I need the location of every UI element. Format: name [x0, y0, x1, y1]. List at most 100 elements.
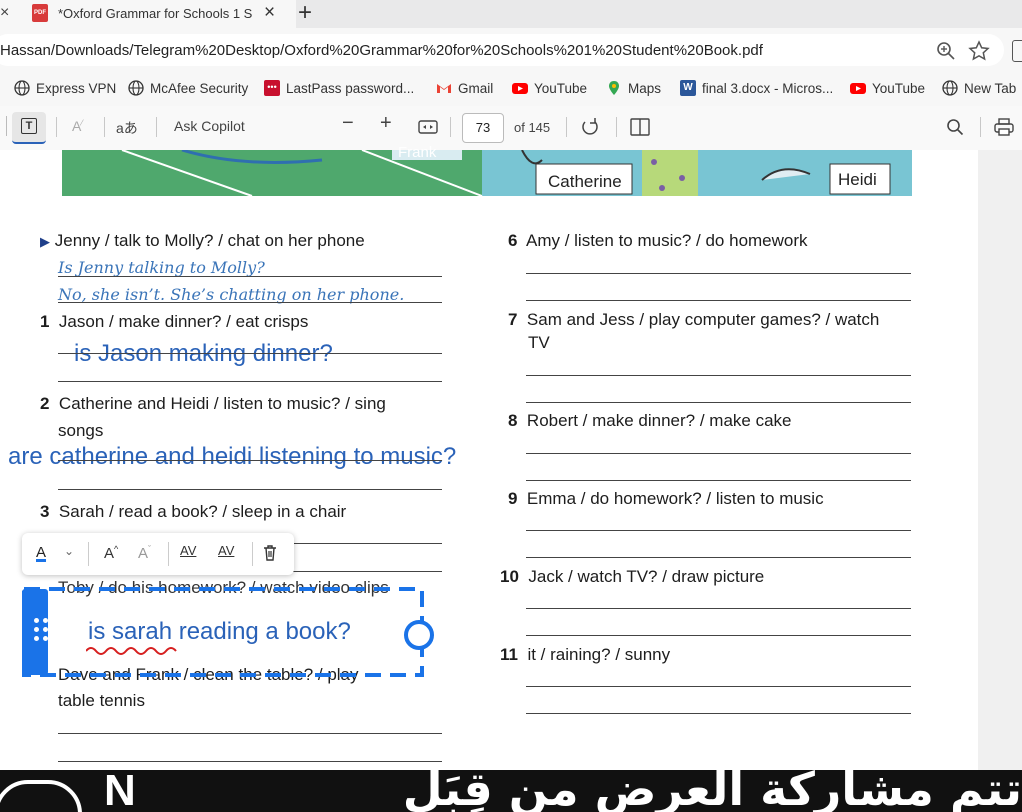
- bookmark-label: Express VPN: [36, 80, 117, 96]
- font-color-button[interactable]: A: [36, 544, 46, 561]
- zoom-icon[interactable]: [936, 41, 956, 61]
- toolbar-divider: [616, 117, 617, 137]
- maps-icon: [609, 81, 619, 95]
- question-item-7: 7 Sam and Jess / play computer games? / …: [508, 310, 879, 330]
- answer-line: [526, 375, 911, 376]
- increase-spacing-button[interactable]: AV: [180, 543, 196, 558]
- search-icon[interactable]: [946, 118, 964, 136]
- typed-answer-2[interactable]: are catherine and heidi listening to mus…: [8, 443, 456, 471]
- question-item-8: 8 Robert / make dinner? / make cake: [508, 411, 792, 431]
- word-icon: W: [680, 80, 696, 96]
- tab-close-icon[interactable]: ×: [264, 2, 275, 24]
- answer-line: [526, 713, 911, 714]
- extensions-icon[interactable]: [1012, 40, 1022, 62]
- answer-line: [526, 635, 911, 636]
- favorite-star-icon[interactable]: [968, 40, 990, 62]
- toolbar-divider: [450, 117, 451, 137]
- read-aloud-button[interactable]: aあ: [116, 118, 138, 138]
- text-tool-button[interactable]: T: [12, 112, 46, 144]
- resize-handle-icon[interactable]: [404, 620, 434, 650]
- bookmark-gmail[interactable]: Gmail: [436, 78, 493, 98]
- answer-line: [58, 733, 442, 734]
- pdf-toolbar: [0, 106, 1022, 151]
- tab-title: *Oxford Grammar for Schools 1 S: [58, 6, 253, 21]
- rotate-icon[interactable]: [580, 117, 600, 137]
- url-text[interactable]: Hassan/Downloads/Telegram%20Desktop/Oxfo…: [0, 42, 763, 59]
- banner-letter: N: [104, 770, 136, 812]
- bookmark-express-vpn[interactable]: Express VPN: [14, 78, 116, 98]
- bookmark-lastpass[interactable]: ••• LastPass password...: [264, 78, 414, 98]
- question-prompt: Emma / do homework? / listen to music: [526, 489, 824, 508]
- drag-handle-icon[interactable]: [34, 618, 48, 648]
- decrease-spacing-button[interactable]: AV: [218, 543, 234, 558]
- bookmark-maps[interactable]: Maps: [606, 78, 661, 98]
- toolbar-divider: [252, 542, 253, 566]
- bookmark-word-doc[interactable]: W final 3.docx - Micros...: [680, 78, 833, 98]
- question-prompt: Robert / make dinner? / make cake: [526, 411, 792, 430]
- print-icon[interactable]: [994, 118, 1014, 136]
- delete-icon[interactable]: [262, 544, 278, 562]
- answer-line: [58, 276, 442, 277]
- chevron-down-icon[interactable]: ⌄: [64, 544, 74, 558]
- page-number-value: 73: [475, 120, 491, 135]
- globe-icon: [14, 80, 30, 96]
- answer-line: [526, 300, 911, 301]
- page-view-icon[interactable]: [630, 118, 650, 136]
- question-number: 6: [508, 231, 518, 250]
- page-number-input[interactable]: 73: [462, 113, 504, 143]
- question-number: 9: [508, 489, 518, 508]
- question-prompt: Jack / watch TV? / draw picture: [528, 567, 765, 586]
- screen-share-text: تتم مشاركة العرض من قِبَل: [402, 770, 1022, 812]
- bookmark-mcafee[interactable]: McAfee Security: [128, 78, 248, 98]
- question-prompt: Jason / make dinner? / eat crisps: [58, 312, 309, 331]
- pdf-file-icon: PDF: [32, 4, 48, 22]
- typed-answer-3[interactable]: is sarah reading a book?: [88, 618, 351, 646]
- question-item-6: 6 Amy / listen to music? / do homework: [508, 231, 808, 251]
- question-item-11: 11 it / raining? / sunny: [500, 645, 670, 665]
- bookmark-youtube[interactable]: YouTube: [512, 78, 587, 98]
- decrease-font-size-button[interactable]: Aˇ: [138, 544, 151, 562]
- bookmark-new-tab[interactable]: New Tab: [942, 78, 1016, 98]
- gmail-icon: [437, 84, 451, 93]
- bookmark-youtube-2[interactable]: YouTube: [850, 78, 925, 98]
- bookmark-label: YouTube: [534, 80, 588, 96]
- question-item-2: 2 Catherine and Heidi / listen to music?…: [40, 394, 386, 414]
- tab-close-left-icon[interactable]: ×: [0, 4, 9, 22]
- toolbar-divider: [56, 117, 57, 137]
- zoom-in-button[interactable]: +: [380, 112, 392, 135]
- answer-line: [58, 761, 442, 762]
- illustration-label-catherine: Catherine: [548, 172, 622, 191]
- question-prompt: it / raining? / sunny: [527, 645, 671, 664]
- draw-tool-icon[interactable]: A⁄: [72, 118, 83, 134]
- toolbar-divider: [156, 117, 157, 137]
- share-indicator-icon: [0, 780, 82, 812]
- text-box-icon: T: [21, 118, 37, 134]
- answer-line: [58, 489, 442, 490]
- question-item-3: 3 Sarah / read a book? / sleep in a chai…: [40, 502, 346, 522]
- question-number: 2: [40, 394, 50, 413]
- answer-line: [58, 353, 442, 354]
- text-edit-toolbar: [22, 533, 294, 575]
- toolbar-divider: [88, 542, 89, 566]
- answer-line: [526, 480, 911, 481]
- typed-answer-1[interactable]: is Jason making dinner?: [74, 340, 333, 368]
- bookmark-label: New Tab: [964, 80, 1017, 96]
- example-answer-question: Is Jenny talking to Molly?: [58, 258, 265, 277]
- ask-copilot-button[interactable]: Ask Copilot: [174, 118, 245, 134]
- answer-line: [58, 302, 442, 303]
- toolbar-divider: [168, 542, 169, 566]
- fit-page-icon[interactable]: [418, 119, 438, 135]
- question-number: 3: [40, 502, 50, 521]
- question-item-1: 1 Jason / make dinner? / eat crisps: [40, 312, 308, 332]
- new-tab-button[interactable]: +: [298, 0, 312, 27]
- classroom-illustration: [62, 150, 912, 196]
- increase-font-size-button[interactable]: A^: [104, 544, 118, 562]
- bookmark-label: YouTube: [872, 80, 926, 96]
- question-number: 8: [508, 411, 518, 430]
- illustration-label-frank: Frank: [398, 144, 437, 161]
- youtube-icon: [512, 83, 528, 94]
- zoom-out-button[interactable]: −: [342, 112, 354, 135]
- answer-line: [526, 402, 911, 403]
- lastpass-icon: •••: [264, 80, 280, 96]
- screen-share-banner: تتم مشاركة العرض من قِبَل N: [0, 770, 1022, 812]
